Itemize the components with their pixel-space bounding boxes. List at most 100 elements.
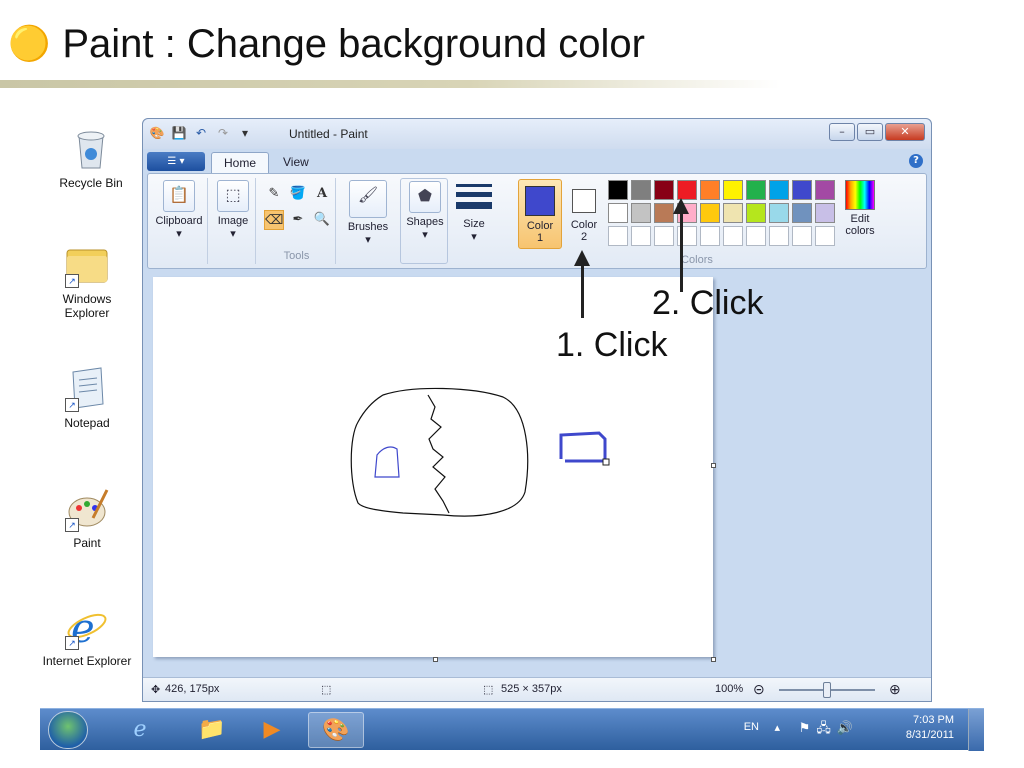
desktop-icon-paint[interactable]: ↗ Paint [42,484,132,550]
annotation-arrow-2-line [680,210,683,292]
color1-button[interactable]: Color 1 [518,179,562,249]
desktop-icon-recycle-bin[interactable]: Recycle Bin [46,124,136,190]
palette-swatch[interactable] [700,226,720,246]
taskbar-media-player-icon[interactable]: ▶ [244,712,300,748]
edit-colors-icon [845,180,875,210]
annotation-step-1: 1. Click [556,326,668,364]
brushes-button[interactable]: 🖌 Brushes ▾ [342,180,394,246]
palette-swatch[interactable] [746,180,766,200]
colors-group-label: Colors [681,254,713,266]
dropdown-arrow-icon: ▾ [230,228,236,240]
close-button[interactable]: ✕ [885,123,925,141]
tray-icons: ⚑🖧🔊 [799,719,859,741]
palette-swatch[interactable] [654,226,674,246]
palette-swatch[interactable] [815,180,835,200]
tab-view[interactable]: View [271,152,321,173]
desktop-icon-windows-explorer[interactable]: ↗ Windows Explorer [42,240,132,320]
fill-bucket-icon[interactable]: 🪣 [288,184,308,204]
palette-swatch[interactable] [746,203,766,223]
palette-swatch[interactable] [631,203,651,223]
size-button[interactable]: Size ▾ [454,180,494,243]
action-center-icon[interactable]: ⚑ [799,720,817,735]
desktop-icon-label: Internet Explorer [42,654,132,668]
palette-swatch[interactable] [700,203,720,223]
eraser-icon[interactable]: ⌫ [264,210,284,230]
palette-swatch[interactable] [746,226,766,246]
taskbar-explorer-icon[interactable]: 📁 [184,712,240,748]
volume-icon[interactable]: 🔊 [837,720,859,735]
color2-button[interactable]: Color 2 [566,179,602,249]
help-icon[interactable]: ? [909,154,923,168]
pencil-icon[interactable]: ✎ [264,184,284,204]
palette-swatch[interactable] [654,203,674,223]
palette-swatch[interactable] [792,180,812,200]
palette-swatch[interactable] [631,180,651,200]
desktop-icon-notepad[interactable]: ↗ Notepad [42,364,132,430]
show-desktop-button[interactable] [968,709,984,751]
language-indicator[interactable]: EN [744,721,759,733]
paint-app-icon[interactable]: 🎨 [149,125,165,141]
palette-swatch[interactable] [677,180,697,200]
annotation-arrow-1-head [574,250,590,266]
dropdown-arrow-icon: ▾ [365,234,371,246]
palette-swatch[interactable] [631,226,651,246]
save-icon[interactable]: 💾 [171,125,187,141]
taskbar-ie-icon[interactable]: e [112,712,168,748]
annotation-arrow-1-line [581,262,584,318]
palette-swatch[interactable] [700,180,720,200]
palette-swatch[interactable] [608,203,628,223]
clipboard-button[interactable]: 📋 Clipboard ▾ [154,180,204,240]
shapes-group: ⬟ Shapes ▾ [400,178,448,264]
line-size-icon [456,180,492,214]
show-hidden-icons-icon[interactable]: ▴ [774,721,780,734]
tab-home[interactable]: Home [211,152,270,173]
zoom-in-button[interactable]: ⊕ [889,681,901,698]
palette-swatch[interactable] [723,180,743,200]
palette-swatch[interactable] [792,203,812,223]
maximize-button[interactable]: ▭ [857,123,883,141]
shortcut-arrow-icon: ↗ [65,518,79,532]
shapes-button[interactable]: ⬟ Shapes ▾ [405,181,445,241]
palette-swatch[interactable] [723,226,743,246]
clipboard-label: Clipboard [155,215,203,227]
palette-swatch[interactable] [769,180,789,200]
palette-swatch[interactable] [769,226,789,246]
annotation-step-2: 2. Click [652,284,764,322]
network-icon[interactable]: 🖧 [816,720,837,735]
magnifier-icon[interactable]: 🔍 [312,210,332,230]
palette-swatch[interactable] [608,180,628,200]
palette-swatch[interactable] [815,226,835,246]
desktop-icon-label: Recycle Bin [59,176,123,190]
image-button[interactable]: ⬚ Image ▾ [213,180,253,240]
clipboard-icon: 📋 [163,180,195,212]
zoom-out-button[interactable]: ⊝ [753,681,765,698]
palette-swatch[interactable] [723,203,743,223]
palette-swatch[interactable] [792,226,812,246]
palette-swatch[interactable] [769,203,789,223]
palette-swatch[interactable] [608,226,628,246]
customize-qat-icon[interactable]: ▾ [237,125,253,141]
dropdown-arrow-icon: ▾ [176,228,182,240]
taskbar-paint-icon[interactable]: 🎨 [308,712,364,748]
undo-icon[interactable]: ↶ [193,125,209,141]
canvas-workspace [147,271,927,675]
tools-group: ✎ 🪣 A ⌫ ✒ 🔍 Tools [258,178,336,264]
start-button[interactable] [48,711,88,749]
palette-swatch[interactable] [654,180,674,200]
window-controls: – ▭ ✕ [829,123,925,141]
canvas-resize-handle-bottom[interactable] [433,657,438,662]
palette-swatch[interactable] [815,203,835,223]
canvas-resize-handle-right[interactable] [711,463,716,468]
clock[interactable]: 7:03 PM 8/31/2011 [906,713,954,743]
minimize-button[interactable]: – [829,123,855,141]
zoom-slider-thumb[interactable] [823,682,831,698]
text-tool-icon[interactable]: A [312,184,332,204]
paint-menu-button[interactable]: ☰ ▾ [147,152,205,171]
edit-colors-button[interactable]: Edit colors [840,180,880,237]
image-group: ⬚ Image ▾ [210,178,256,264]
canvas-resize-handle-corner[interactable] [711,657,716,662]
desktop-icon-internet-explorer[interactable]: e ↗ Internet Explorer [42,602,132,668]
redo-icon[interactable]: ↷ [215,125,231,141]
paint-palette-icon: ↗ [63,484,111,532]
color-picker-icon[interactable]: ✒ [288,210,308,230]
